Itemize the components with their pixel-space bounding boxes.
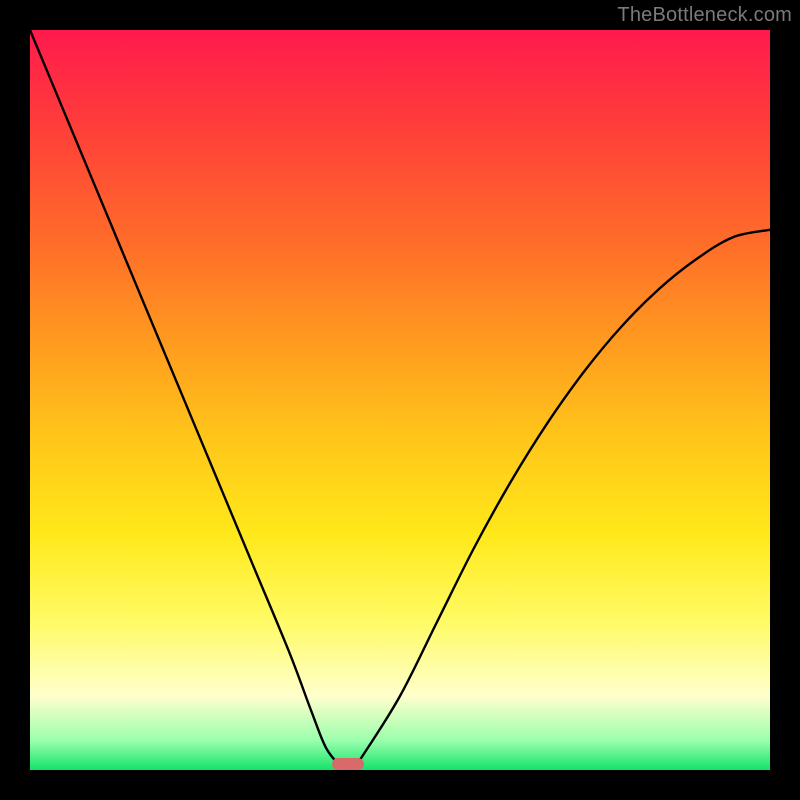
plot-area [30, 30, 770, 770]
curve-path [30, 30, 770, 770]
optimal-marker [332, 758, 364, 770]
watermark-text: TheBottleneck.com [617, 4, 792, 27]
bottleneck-curve [30, 30, 770, 770]
